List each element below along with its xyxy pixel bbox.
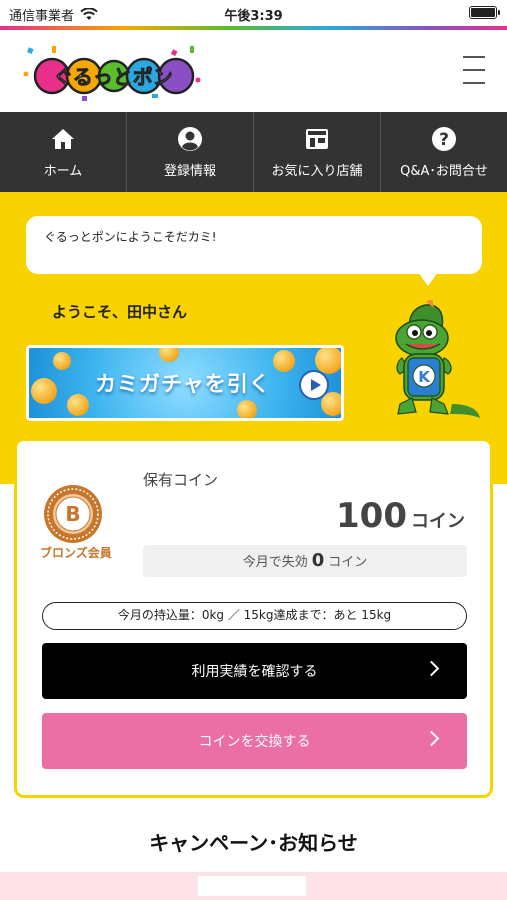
nav-label-profile: 登録情報 — [163, 163, 216, 179]
gacha-banner[interactable]: カミガチャを引く — [26, 345, 344, 421]
nav-item-qa[interactable]: ? Q&A･お問合せ — [381, 112, 507, 192]
mascot-illustration: K — [395, 300, 480, 418]
coin-balance-number: 100 — [336, 496, 407, 536]
play-icon — [299, 370, 329, 400]
campaign-title: キャンペーン･お知らせ — [149, 831, 358, 855]
speech-bubble-tail — [418, 272, 438, 286]
expire-amount: 0 — [311, 550, 325, 571]
question-icon: ? — [432, 126, 456, 151]
chevron-right-icon — [423, 660, 440, 677]
view-usage-label: 利用実績を確認する — [191, 664, 318, 680]
campaign-banner-strip[interactable] — [0, 872, 507, 900]
mascot-letter: K — [418, 368, 431, 386]
status-time: 午後3:39 — [224, 9, 283, 24]
nav-label-home: ホーム — [43, 163, 83, 179]
expire-prefix: 今月で失効 — [242, 555, 308, 570]
speech-bubble-text: ぐるっとポンにようこそだカミ! — [44, 230, 217, 244]
monthly-weight-status: 今月の持込量：0kg ／ 15kg達成まで：あと 15kg — [42, 602, 467, 630]
rank-letter: B — [65, 502, 80, 526]
nav-item-profile[interactable]: 登録情報 — [127, 112, 254, 192]
gacha-label: カミガチャを引く — [95, 372, 271, 396]
svg-text:?: ? — [439, 130, 449, 150]
coin-decoration — [67, 394, 89, 416]
nav-label-qa: Q&A･お問合せ — [400, 163, 488, 179]
coin-balance: 100 コイン — [336, 496, 465, 536]
nav-item-favorites[interactable]: お気に入り店舗 — [254, 112, 381, 192]
coin-decoration — [159, 348, 179, 362]
coin-decoration — [237, 400, 257, 418]
coin-decoration — [53, 352, 71, 370]
coin-decoration — [273, 350, 295, 372]
exchange-coins-button[interactable]: コインを交換する — [42, 713, 467, 769]
home-icon — [52, 128, 74, 149]
nav-item-home[interactable]: ホーム — [0, 112, 127, 192]
nav-label-favorites: お気に入り店舗 — [271, 163, 363, 179]
campaign-banner-tab — [198, 876, 306, 896]
speech-bubble: ぐるっとポンにようこそだカミ! — [26, 216, 482, 274]
battery-icon — [469, 6, 500, 19]
logo-text: ぐるっとポン — [53, 65, 173, 89]
exchange-coins-label: コインを交換する — [198, 734, 311, 750]
coin-balance-unit: コイン — [411, 511, 465, 532]
expiring-coins: 今月で失効 0 コイン — [143, 545, 467, 577]
coin-decoration — [315, 348, 341, 374]
chevron-right-icon — [423, 730, 440, 747]
app-header: ぐるっとポン — [0, 30, 507, 112]
expire-unit: コイン — [328, 555, 368, 570]
main-nav: ホーム 登録情報 お気に入り店舗 ? Q&A･お問合せ — [0, 112, 507, 192]
welcome-message: ようこそ、田中さん — [52, 303, 188, 321]
app-logo[interactable]: ぐるっとポン — [22, 44, 202, 104]
view-usage-button[interactable]: 利用実績を確認する — [42, 643, 467, 699]
store-icon — [306, 128, 328, 149]
user-icon — [178, 126, 202, 151]
coins-title: 保有コイン — [143, 471, 219, 489]
coin-decoration — [31, 378, 57, 404]
bronze-badge: B — [44, 485, 102, 543]
status-bar: 通信事業者 午後3:39 — [0, 0, 507, 26]
hamburger-icon[interactable] — [463, 56, 485, 86]
rank-label: ブロンズ会員 — [40, 546, 112, 560]
